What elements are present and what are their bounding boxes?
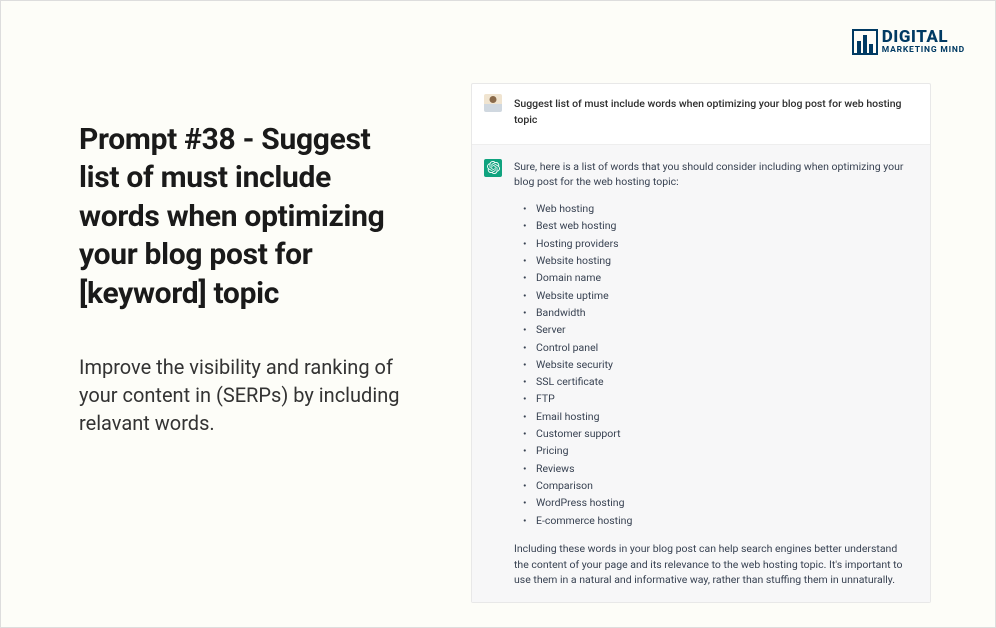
keyword-item: Domain name bbox=[528, 269, 914, 286]
left-panel: Prompt #38 - Suggest list of must includ… bbox=[1, 1, 441, 437]
keyword-item: Control panel bbox=[528, 339, 914, 356]
keyword-item: Hosting providers bbox=[528, 235, 914, 252]
chat-assistant-row: Sure, here is a list of words that you s… bbox=[472, 145, 930, 603]
keyword-item: WordPress hosting bbox=[528, 494, 914, 511]
keyword-item: Website hosting bbox=[528, 252, 914, 269]
logo-line2: MARKETING MIND bbox=[882, 46, 965, 55]
keyword-item: Comparison bbox=[528, 477, 914, 494]
logo-line1: DIGITAL bbox=[882, 29, 965, 46]
content-container: Prompt #38 - Suggest list of must includ… bbox=[1, 1, 995, 627]
user-avatar-icon bbox=[484, 94, 502, 112]
keyword-item: Web hosting bbox=[528, 200, 914, 217]
keyword-item: E-commerce hosting bbox=[528, 512, 914, 529]
keyword-item: Bandwidth bbox=[528, 304, 914, 321]
keyword-item: Reviews bbox=[528, 460, 914, 477]
logo-text: DIGITAL MARKETING MIND bbox=[882, 29, 965, 55]
keyword-item: FTP bbox=[528, 390, 914, 407]
user-message: Suggest list of must include words when … bbox=[514, 94, 914, 128]
keyword-item: Website uptime bbox=[528, 287, 914, 304]
assistant-message: Sure, here is a list of words that you s… bbox=[514, 159, 914, 589]
assistant-outro: Including these words in your blog post … bbox=[514, 541, 914, 588]
brand-logo: DIGITAL MARKETING MIND bbox=[852, 29, 965, 55]
chat-container: Suggest list of must include words when … bbox=[471, 83, 931, 603]
keyword-item: Email hosting bbox=[528, 408, 914, 425]
keyword-item: Best web hosting bbox=[528, 217, 914, 234]
keyword-item: Website security bbox=[528, 356, 914, 373]
chat-user-row: Suggest list of must include words when … bbox=[472, 84, 930, 145]
right-panel: Suggest list of must include words when … bbox=[441, 1, 995, 603]
keyword-list: Web hostingBest web hostingHosting provi… bbox=[528, 200, 914, 529]
keyword-item: SSL certificate bbox=[528, 373, 914, 390]
ai-avatar-icon bbox=[484, 159, 502, 177]
prompt-subtitle: Improve the visibility and ranking of yo… bbox=[79, 353, 411, 437]
keyword-item: Server bbox=[528, 321, 914, 338]
keyword-item: Pricing bbox=[528, 442, 914, 459]
prompt-title: Prompt #38 - Suggest list of must includ… bbox=[79, 121, 411, 313]
logo-icon bbox=[852, 29, 878, 55]
assistant-intro: Sure, here is a list of words that you s… bbox=[514, 159, 914, 191]
keyword-item: Customer support bbox=[528, 425, 914, 442]
